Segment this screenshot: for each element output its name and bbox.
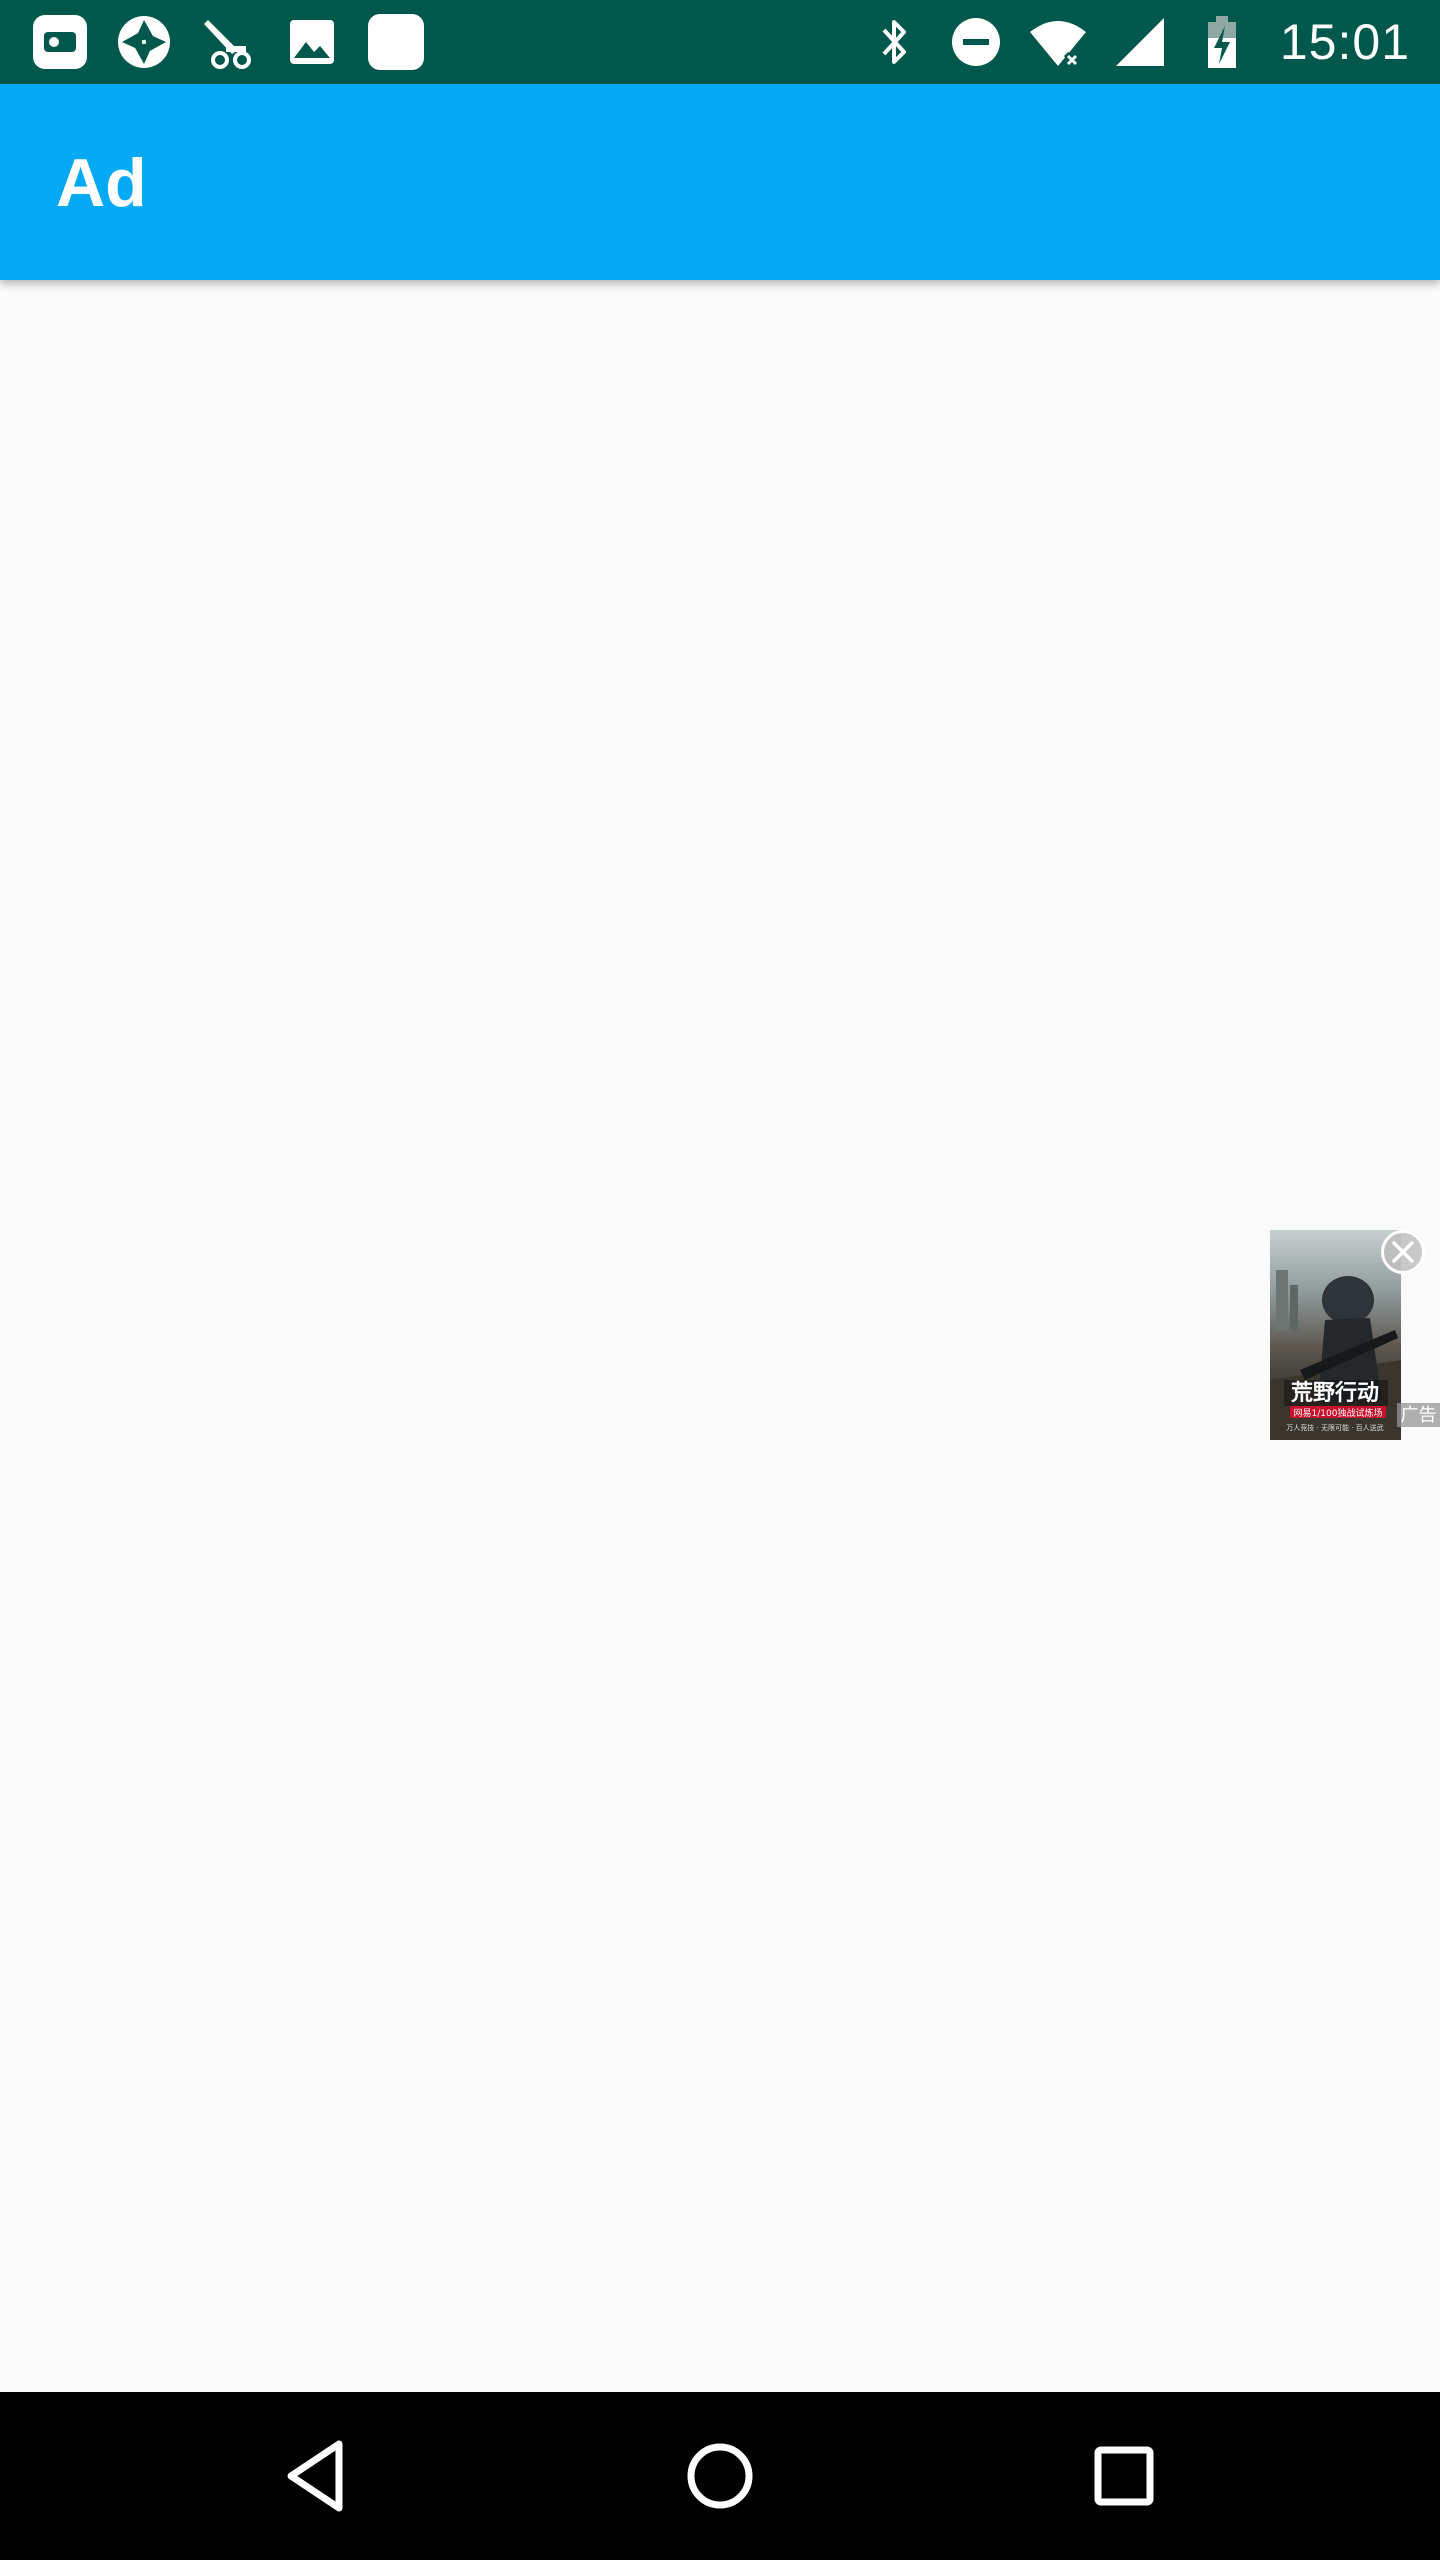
signal-icon [1110, 12, 1170, 72]
ad-headline: 荒野行动 [1291, 1380, 1379, 1406]
battery-charging-icon [1192, 12, 1252, 72]
ad-image[interactable]: 荒野行动 网易1/100独战试炼场 万人竞技 · 无限可能 · 百人送武 [1270, 1230, 1401, 1440]
blank-app-icon [366, 12, 426, 72]
recents-icon [1094, 2446, 1154, 2506]
page-title: Ad [56, 145, 147, 221]
navigation-bar [0, 2392, 1440, 2560]
do-not-disturb-icon [946, 12, 1006, 72]
ad-subline: 网易1/100独战试炼场 [1294, 1407, 1383, 1419]
clock: 15:01 [1279, 14, 1410, 70]
close-icon [1392, 1241, 1414, 1263]
notification-icons [30, 12, 426, 72]
ad-badge: 广告 [1397, 1403, 1440, 1427]
home-icon [687, 2443, 753, 2509]
app-bar: Ad [0, 84, 1440, 280]
scooter-icon [198, 12, 258, 72]
home-button[interactable] [670, 2426, 770, 2526]
status-bar: 15:01 [0, 0, 1440, 84]
system-icons: 15:01 [864, 12, 1410, 72]
close-ad-button[interactable] [1381, 1230, 1425, 1274]
recents-button[interactable] [1074, 2426, 1174, 2526]
back-button[interactable] [266, 2426, 366, 2526]
image-icon [282, 12, 342, 72]
ad-tagline: 万人竞技 · 无限可能 · 百人送武 [1286, 1423, 1383, 1432]
wallet-icon [30, 12, 90, 72]
back-icon [287, 2440, 343, 2512]
wifi-icon [1028, 12, 1088, 72]
bluetooth-icon [864, 12, 924, 72]
aperture-icon [114, 12, 174, 72]
